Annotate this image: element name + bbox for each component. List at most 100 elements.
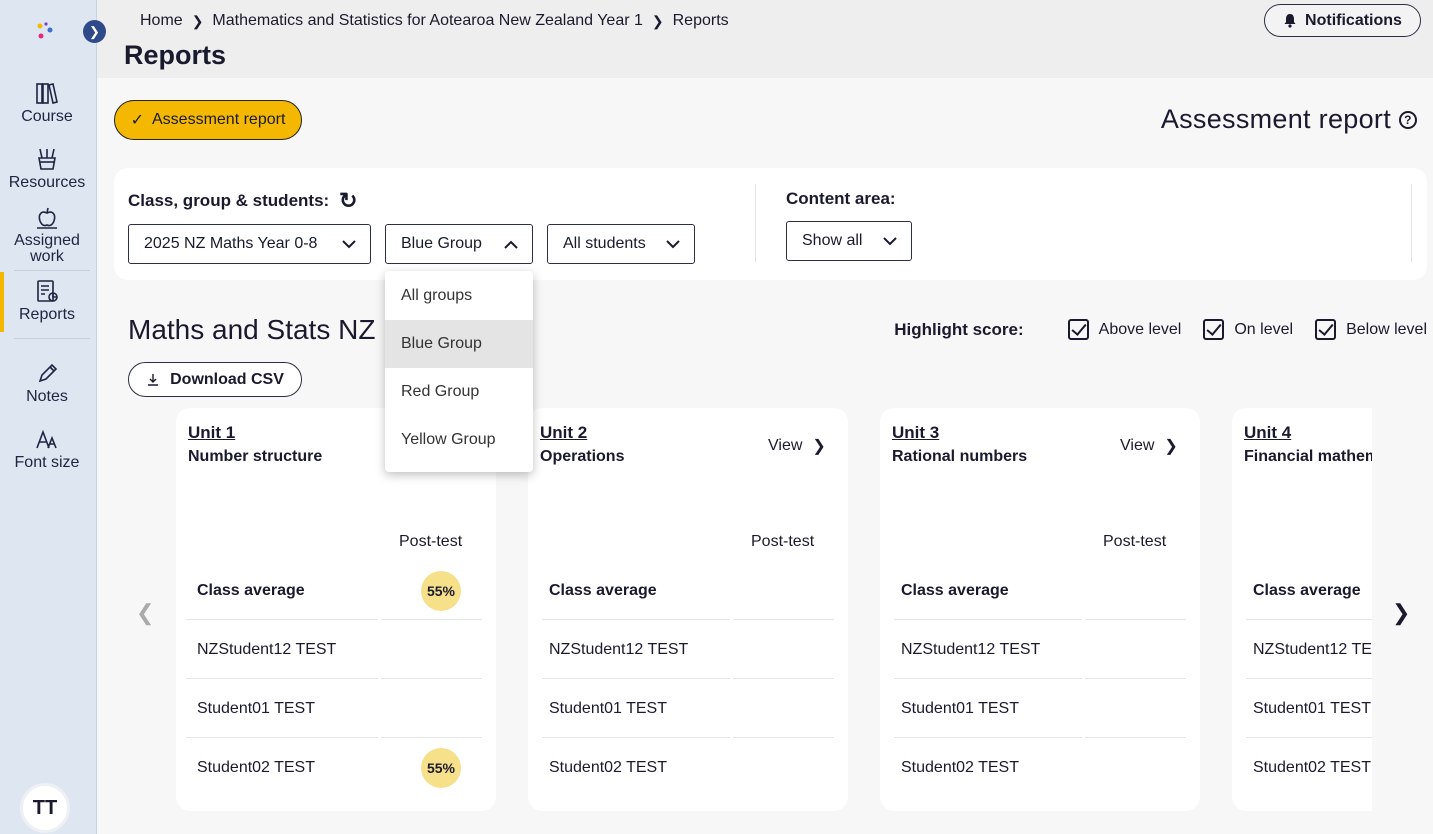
sidebar: Course Resources Assigned work Reports N… <box>0 0 97 834</box>
unit-card: Unit 3 Rational numbers View ❯ Post-test … <box>880 408 1200 811</box>
unit-card: Unit 4 Financial mathematics Class avera… <box>1232 408 1372 811</box>
font-size-icon <box>36 429 57 449</box>
class-group-label: Class, group & students: <box>128 191 330 210</box>
row-label: Student01 TEST <box>549 699 667 717</box>
carousel-prev-button[interactable]: ❮ <box>136 600 154 626</box>
books-icon <box>36 83 58 104</box>
group-option-blue[interactable]: Blue Group <box>385 320 533 368</box>
highlight-above-level[interactable]: Above level <box>1067 319 1182 340</box>
chevron-up-icon <box>504 240 518 249</box>
group-select-value: Blue Group <box>401 235 482 252</box>
assessment-report-tab[interactable]: ✓ Assessment report <box>114 100 302 140</box>
score-badge: 55% <box>421 747 461 788</box>
download-csv-button[interactable]: Download CSV <box>128 362 302 397</box>
table-row: Student01 TEST <box>1242 679 1372 738</box>
avatar[interactable]: TT <box>20 783 70 833</box>
table-row: NZStudent12 TEST <box>890 620 1186 679</box>
chevron-down-icon <box>883 236 897 245</box>
group-select[interactable]: Blue Group <box>385 224 533 264</box>
unit-name: Rational numbers <box>892 448 1028 465</box>
nav-divider <box>14 270 90 271</box>
column-header: Post-test <box>751 533 815 550</box>
row-label: Student01 TEST <box>901 699 1019 717</box>
chevron-down-icon <box>666 239 680 248</box>
view-label: View <box>768 437 803 454</box>
unit-link[interactable]: Unit 1 <box>188 423 235 443</box>
table-row: Student01 TEST <box>890 679 1186 738</box>
sidebar-item-label: Course <box>21 108 73 125</box>
carousel-next-button[interactable]: ❯ <box>1392 600 1410 626</box>
table-row: Student02 TEST <box>890 738 1186 797</box>
collapse-sidebar-button[interactable]: ❯ <box>83 20 106 43</box>
sidebar-item-notes[interactable]: Notes <box>0 362 94 406</box>
table-row: Class average 55% <box>186 561 482 620</box>
check-icon: ✓ <box>130 112 144 129</box>
checkbox-checked-icon[interactable] <box>1203 319 1225 340</box>
content-area-label: Content area: <box>786 189 896 208</box>
highlight-score: Highlight score: Above level On level Be… <box>894 319 1427 340</box>
reset-icon[interactable]: ↻ <box>339 188 357 214</box>
table-row: Class average <box>538 561 834 620</box>
unit-link[interactable]: Unit 2 <box>540 423 587 443</box>
divider <box>755 184 756 262</box>
sidebar-item-reports[interactable]: Reports <box>0 278 94 324</box>
highlight-score-label: Highlight score: <box>894 319 1024 339</box>
group-option-red[interactable]: Red Group <box>385 368 533 416</box>
view-unit-link[interactable]: View ❯ <box>1120 436 1178 456</box>
table-row: Student02 TEST <box>538 738 834 797</box>
notifications-button[interactable]: Notifications <box>1264 4 1421 37</box>
sidebar-item-label: Resources <box>8 174 86 191</box>
sidebar-item-assigned-work[interactable]: Assigned work <box>0 205 94 265</box>
group-dropdown-menu: All groups Blue Group Red Group Yellow G… <box>385 271 533 472</box>
help-icon[interactable]: ? <box>1399 110 1417 129</box>
sidebar-item-label: Reports <box>18 306 76 323</box>
highlight-option-label: Above level <box>1098 320 1182 338</box>
logo-icon[interactable] <box>30 16 60 46</box>
breadcrumb-home[interactable]: Home <box>140 12 183 30</box>
table-row: Student01 TEST <box>186 679 482 738</box>
unit-link[interactable]: Unit 3 <box>892 423 939 443</box>
row-label: NZStudent12 TEST <box>901 640 1041 658</box>
students-select-value: All students <box>563 235 646 252</box>
download-csv-label: Download CSV <box>170 370 284 388</box>
chevron-down-icon <box>342 239 356 248</box>
row-label: Student02 TEST <box>901 758 1019 776</box>
unit-name: Financial mathematics <box>1244 448 1372 465</box>
sidebar-item-course[interactable]: Course <box>0 80 94 126</box>
sidebar-item-font-size[interactable]: Font size <box>0 428 94 472</box>
checkbox-checked-icon[interactable] <box>1315 319 1337 340</box>
checkbox-checked-icon[interactable] <box>1067 319 1089 340</box>
highlight-on-level[interactable]: On level <box>1203 319 1293 340</box>
highlight-below-level[interactable]: Below level <box>1315 319 1427 340</box>
class-select[interactable]: 2025 NZ Maths Year 0-8 <box>128 224 371 264</box>
resources-icon <box>38 148 56 170</box>
group-option-yellow[interactable]: Yellow Group <box>385 416 533 464</box>
table-row: NZStudent12 TEST <box>538 620 834 679</box>
breadcrumb-course[interactable]: Mathematics and Statistics for Aotearoa … <box>212 12 642 30</box>
class-select-value: 2025 NZ Maths Year 0-8 <box>144 235 318 252</box>
row-label: Student01 TEST <box>197 699 315 717</box>
header: Home ❯ Mathematics and Statistics for Ao… <box>97 0 1433 78</box>
table-row: Class average <box>1242 561 1372 620</box>
chevron-right-icon: ❯ <box>1164 438 1178 455</box>
notifications-label: Notifications <box>1305 11 1402 29</box>
students-select[interactable]: All students <box>547 224 695 264</box>
unit-name: Number structure <box>188 448 323 465</box>
content-area-select[interactable]: Show all <box>786 221 912 261</box>
chevron-right-icon: ❯ <box>1392 600 1411 625</box>
group-option-all[interactable]: All groups <box>385 272 533 320</box>
chevron-right-icon: ❯ <box>651 12 664 29</box>
unit-card: Unit 2 Operations View ❯ Post-test Class … <box>528 408 848 811</box>
chevron-right-icon: ❯ <box>89 23 100 39</box>
highlight-option-label: On level <box>1234 320 1294 338</box>
table-row: NZStudent12 TEST <box>186 620 482 679</box>
view-unit-link[interactable]: View ❯ <box>768 436 826 456</box>
filter-panel: Class, group & students: ↻ 2025 NZ Maths… <box>114 168 1427 280</box>
report-icon <box>37 280 58 302</box>
unit-carousel: Unit 1 Number structure Post-test Class … <box>176 408 1372 812</box>
unit-link[interactable]: Unit 4 <box>1244 423 1291 443</box>
unit-name: Operations <box>540 448 625 465</box>
divider <box>1411 184 1412 262</box>
row-label: Class average <box>1253 581 1361 599</box>
sidebar-item-resources[interactable]: Resources <box>0 146 94 192</box>
